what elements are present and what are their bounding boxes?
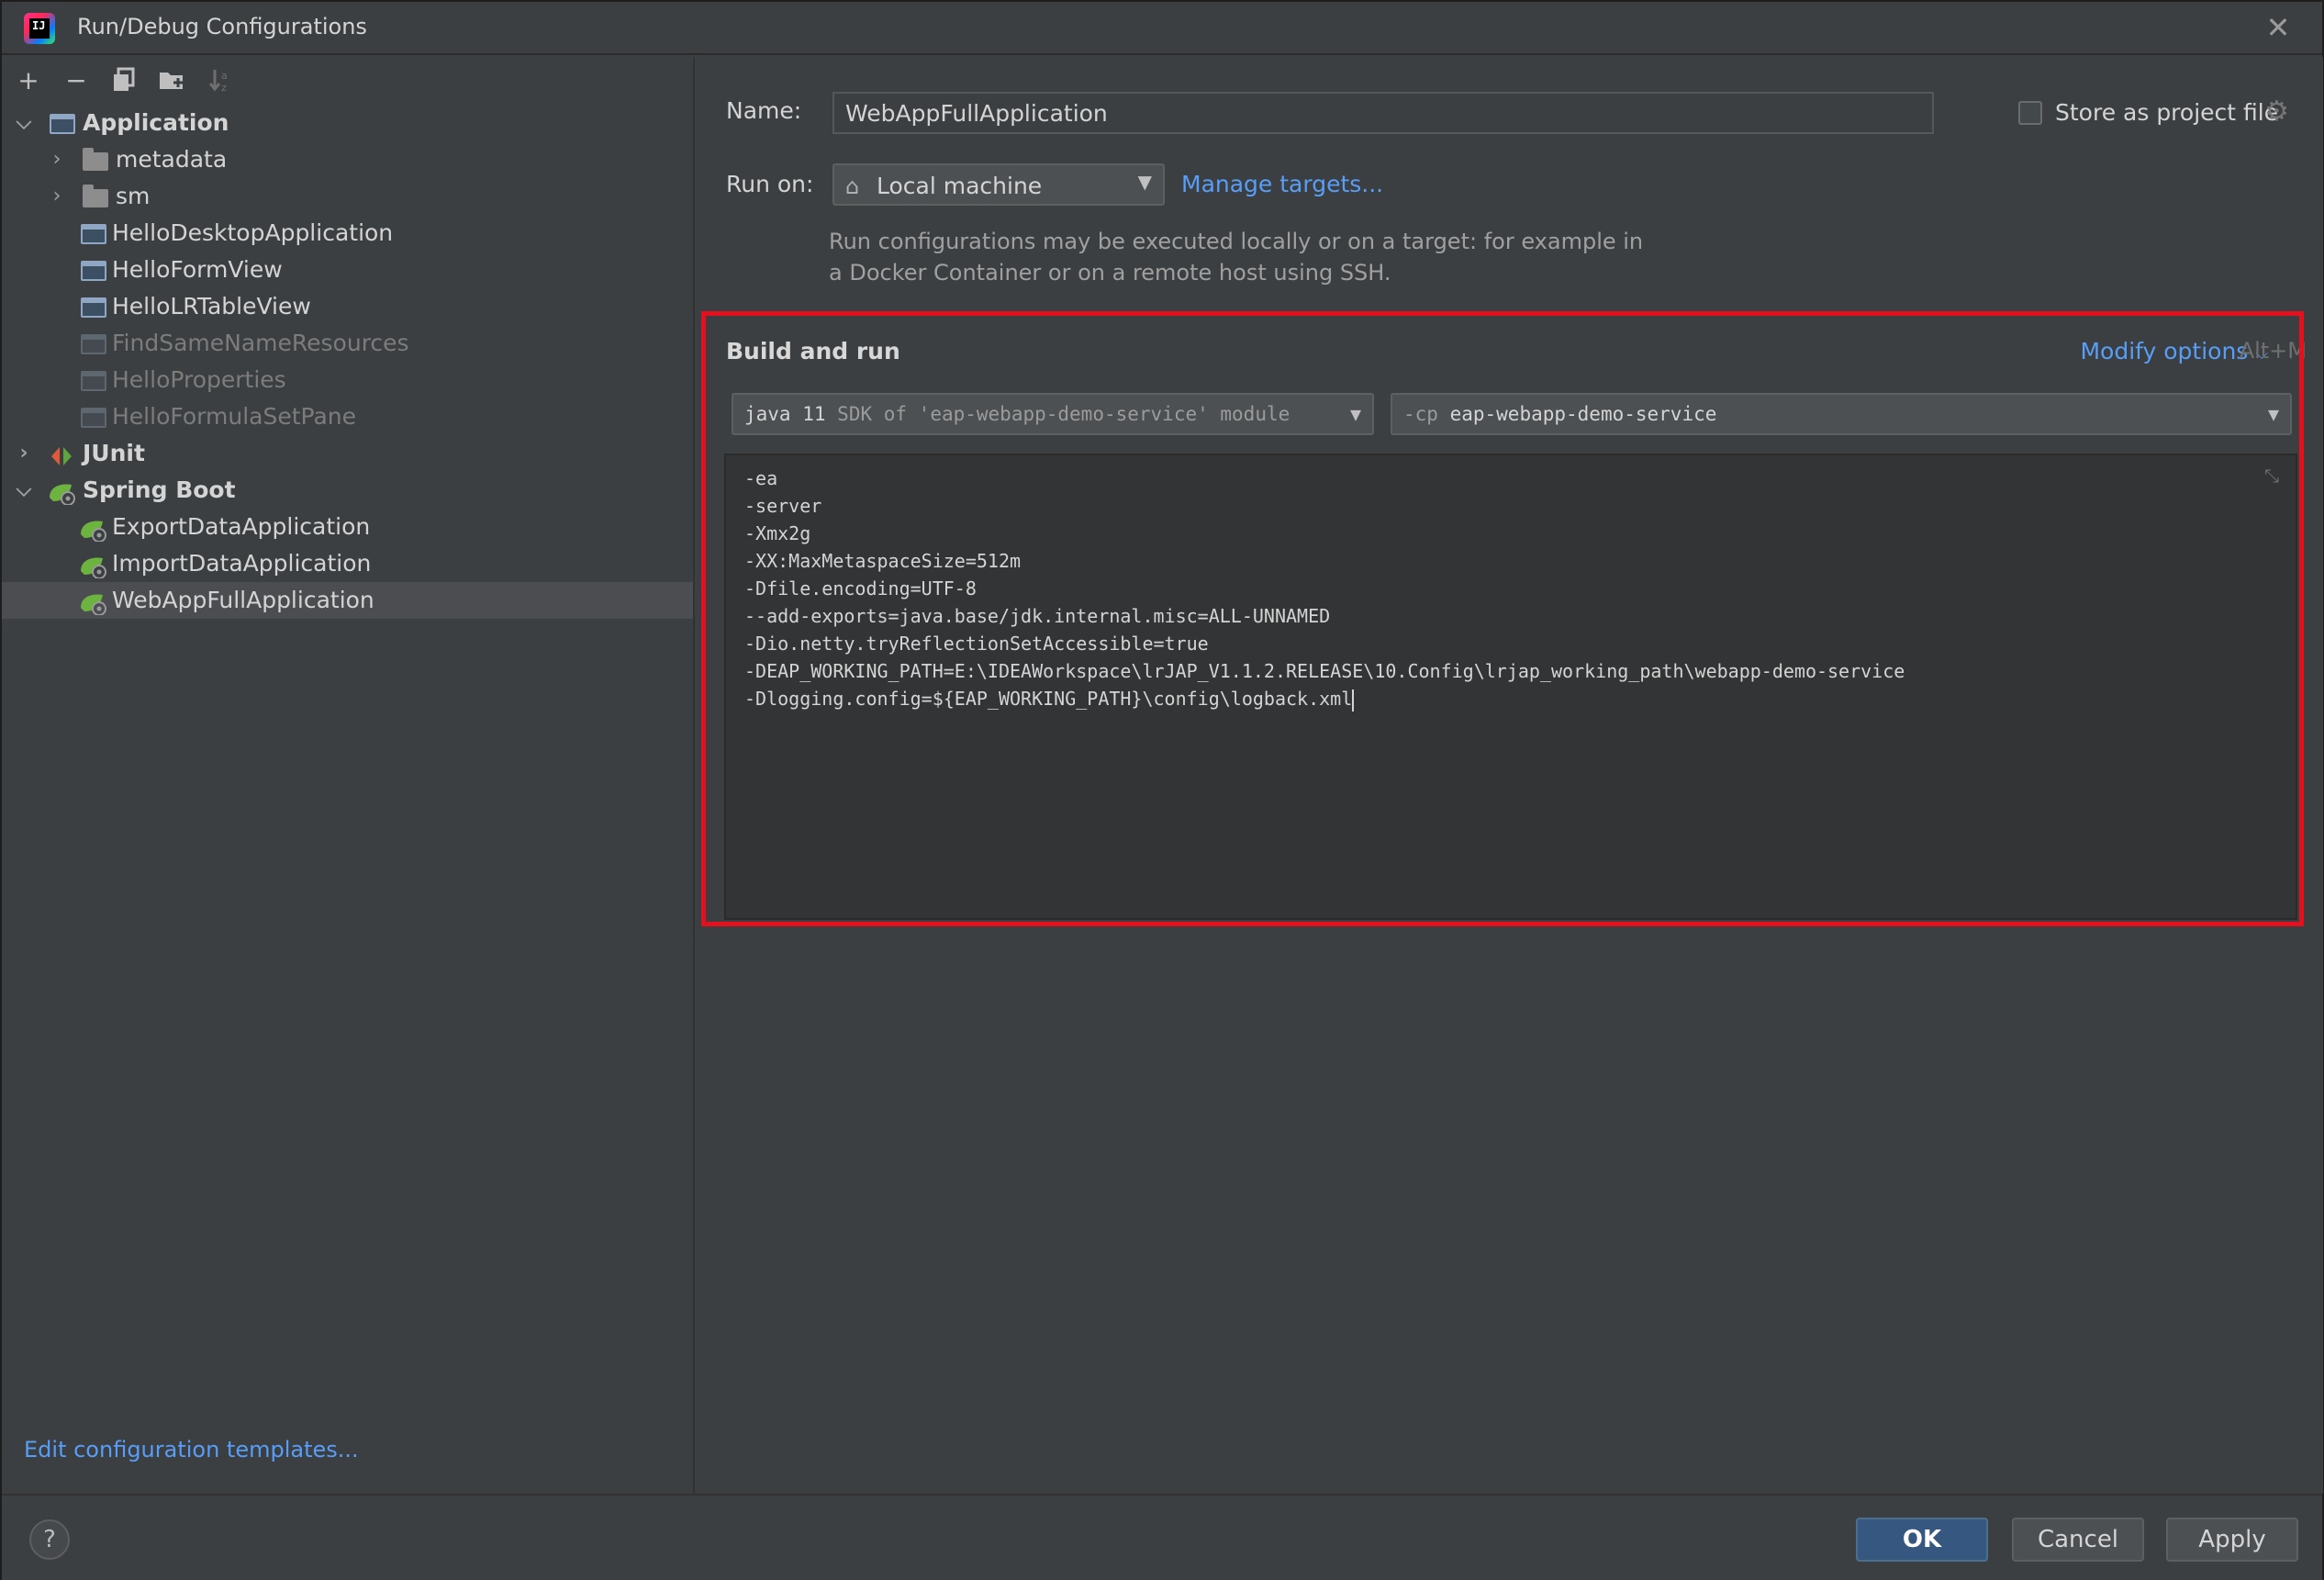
tree-item-hello-lr-table-view[interactable]: HelloLRTableView xyxy=(2,288,693,325)
tree-item-sm[interactable]: › sm xyxy=(2,178,693,215)
intellij-app-icon: IJ xyxy=(24,13,55,44)
caret-down-icon: ▼ xyxy=(1349,403,1361,425)
jdk-source: SDK of 'eap-webapp-demo-service' module xyxy=(837,403,1290,425)
tree-item-label: HelloDesktopApplication xyxy=(112,219,394,246)
tree-item-label: Application xyxy=(83,109,229,136)
tree-item-label: HelloLRTableView xyxy=(112,293,311,319)
run-on-hint: Run configurations may be executed local… xyxy=(829,229,1644,286)
apply-button[interactable]: Apply xyxy=(2166,1518,2298,1562)
application-icon xyxy=(50,114,75,134)
edit-templates-link[interactable]: Edit configuration templates... xyxy=(24,1437,359,1462)
tree-item-label: metadata xyxy=(116,146,228,173)
shortcut-hint: Alt+M xyxy=(2239,338,2307,364)
svg-text:a: a xyxy=(221,70,228,82)
folder-icon xyxy=(83,185,108,207)
tree-item-label: WebAppFullApplication xyxy=(112,587,374,613)
tree-item-hello-properties[interactable]: HelloProperties xyxy=(2,362,693,398)
tree-item-find-same-name[interactable]: FindSameNameResources xyxy=(2,325,693,362)
store-as-project-checkbox[interactable] xyxy=(2018,101,2042,125)
help-button[interactable]: ? xyxy=(29,1519,70,1560)
manage-targets-link[interactable]: Manage targets... xyxy=(1181,171,1383,197)
tree-item-export-data[interactable]: ExportDataApplication xyxy=(2,509,693,545)
chevron-right-icon[interactable]: › xyxy=(15,435,33,472)
tree-item-label: HelloFormulaSetPane xyxy=(112,403,357,430)
configurations-tree: ⌵ Application › metadata › sm HelloDeskt… xyxy=(2,105,693,619)
classpath-value: -cp eap-webapp-demo-service xyxy=(1403,403,1716,425)
chevron-right-icon[interactable]: › xyxy=(48,178,66,215)
spring-boot-icon xyxy=(79,516,106,543)
title-bar: IJ Run/Debug Configurations ✕ xyxy=(2,2,2322,55)
run-on-label: Run on: xyxy=(726,171,814,197)
spring-boot-icon xyxy=(79,589,106,616)
tree-item-import-data[interactable]: ImportDataApplication xyxy=(2,545,693,582)
close-icon[interactable]: ✕ xyxy=(2262,11,2295,44)
spring-boot-icon xyxy=(48,479,75,506)
tree-item-metadata[interactable]: › metadata xyxy=(2,141,693,178)
tree-item-label: HelloProperties xyxy=(112,366,286,393)
jdk-dropdown[interactable]: java 11 SDK of 'eap-webapp-demo-service'… xyxy=(732,393,1374,435)
tree-item-label: ImportDataApplication xyxy=(112,550,372,577)
tree-item-label: sm xyxy=(116,183,151,209)
cancel-button[interactable]: Cancel xyxy=(2012,1518,2144,1562)
build-run-title: Build and run xyxy=(726,338,900,364)
tree-item-application[interactable]: ⌵ Application xyxy=(2,105,693,141)
tree-item-label: Spring Boot xyxy=(83,476,236,503)
application-icon xyxy=(81,261,106,281)
tree-item-hello-form-view[interactable]: HelloFormView xyxy=(2,252,693,288)
application-icon xyxy=(81,224,106,244)
tree-item-hello-desktop[interactable]: HelloDesktopApplication xyxy=(2,215,693,252)
svg-text:z: z xyxy=(221,82,227,93)
chevron-down-icon[interactable]: ⌵ xyxy=(15,105,33,141)
tree-item-label: HelloFormView xyxy=(112,256,283,283)
name-field[interactable] xyxy=(832,92,1934,134)
tree-item-junit[interactable]: › JUnit xyxy=(2,435,693,472)
vm-options-textarea[interactable]: -ea -server -Xmx2g -XX:MaxMetaspaceSize=… xyxy=(724,454,2297,920)
folder-icon xyxy=(83,148,108,171)
sort-icon[interactable]: az xyxy=(206,67,233,95)
text-cursor xyxy=(1352,689,1355,712)
classpath-module: eap-webapp-demo-service xyxy=(1449,403,1717,425)
classpath-dropdown[interactable]: -cp eap-webapp-demo-service ▼ xyxy=(1391,393,2292,435)
application-icon xyxy=(81,408,106,428)
tree-item-label: ExportDataApplication xyxy=(112,513,371,540)
jdk-value: java 11 SDK of 'eap-webapp-demo-service'… xyxy=(744,403,1290,425)
store-as-project-label[interactable]: Store as project file xyxy=(2055,99,2278,126)
application-icon xyxy=(81,371,106,391)
new-folder-icon[interactable] xyxy=(158,67,185,95)
name-label: Name: xyxy=(726,97,802,124)
window-title: Run/Debug Configurations xyxy=(77,14,367,39)
tree-toolbar: + − az xyxy=(15,64,233,97)
dialog-footer: ? OK Cancel Apply xyxy=(2,1494,2322,1580)
vm-options-text: -ea -server -Xmx2g -XX:MaxMetaspaceSize=… xyxy=(744,467,1905,710)
tree-item-label: JUnit xyxy=(83,440,145,466)
run-on-value: Local machine xyxy=(877,173,1043,199)
spring-boot-icon xyxy=(79,553,106,579)
tree-item-hello-formula[interactable]: HelloFormulaSetPane xyxy=(2,398,693,435)
chevron-down-icon[interactable]: ⌵ xyxy=(15,472,33,509)
tree-item-spring-boot[interactable]: ⌵ Spring Boot xyxy=(2,472,693,509)
modify-options-label: Modify options xyxy=(2080,338,2249,364)
configuration-editor: Name: Store as project file ⚙ Run on: ⌂ … xyxy=(697,57,2323,1494)
chevron-right-icon[interactable]: › xyxy=(48,141,66,178)
copy-icon[interactable] xyxy=(110,67,138,95)
dialog-window: IJ Run/Debug Configurations ✕ + − az ⌵ A… xyxy=(0,0,2324,1580)
tree-item-webapp-full[interactable]: WebAppFullApplication xyxy=(2,582,693,619)
tree-item-label: FindSameNameResources xyxy=(112,330,409,356)
ok-button[interactable]: OK xyxy=(1856,1518,1988,1562)
add-icon[interactable]: + xyxy=(15,67,42,95)
application-icon xyxy=(81,297,106,318)
classpath-flag: -cp xyxy=(1403,403,1438,425)
application-icon xyxy=(81,334,106,354)
caret-down-icon: ▼ xyxy=(1137,171,1152,193)
remove-icon[interactable]: − xyxy=(62,67,90,95)
run-on-dropdown[interactable]: ⌂ Local machine ▼ xyxy=(832,163,1165,206)
configurations-panel: + − az ⌵ Application › metadata › sm Hel… xyxy=(2,57,695,1494)
junit-icon xyxy=(50,443,73,466)
gear-icon[interactable]: ⚙ xyxy=(2264,95,2289,128)
caret-down-icon: ▼ xyxy=(2267,403,2279,425)
collapse-icon[interactable]: ⤡ xyxy=(2264,465,2279,487)
home-icon: ⌂ xyxy=(845,174,860,199)
jdk-version: java 11 xyxy=(744,403,826,425)
